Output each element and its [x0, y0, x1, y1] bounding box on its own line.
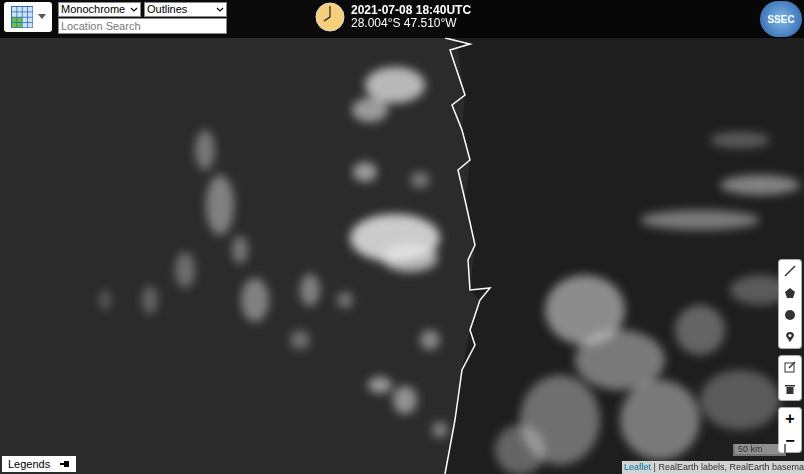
coordinates: 28.004°S 47.510°W: [351, 17, 471, 30]
time-display: 2021-07-08 18:40UTC28.004°S 47.510°W: [315, 2, 471, 32]
draw-polygon-button[interactable]: [779, 282, 801, 304]
clock-icon: [315, 2, 345, 32]
chevron-down-icon: [216, 7, 224, 13]
draw-marker-button[interactable]: [779, 326, 801, 348]
pentagon-icon: [784, 287, 796, 299]
marker-icon: [784, 331, 796, 343]
draw-circle-button[interactable]: [779, 304, 801, 326]
layers-button[interactable]: [4, 2, 52, 32]
circle-icon: [784, 309, 796, 321]
legends-button[interactable]: Legends: [2, 456, 76, 473]
caret-icon: [38, 14, 46, 20]
line-icon: [784, 265, 796, 277]
satellite-image[interactable]: [0, 0, 804, 474]
layer-control: MonochromeOutlines: [4, 2, 227, 34]
location-search[interactable]: [58, 18, 227, 34]
ssec-logo[interactable]: SSEC: [760, 1, 802, 37]
scale-bar: 50 km: [733, 444, 786, 456]
delete-button[interactable]: [779, 378, 801, 400]
map-viewer: MonochromeOutlines 2021-07-08 18:40UTC28.…: [0, 0, 804, 474]
coastline: [445, 38, 490, 474]
edit-icon: [784, 361, 796, 373]
timestamp: 2021-07-08 18:40UTC: [351, 4, 471, 17]
attribution: Leaflet | RealEarth labels, RealEarth ba…: [622, 461, 804, 474]
leaflet-link[interactable]: Leaflet: [624, 462, 651, 472]
overlay-select[interactable]: Outlines: [144, 2, 227, 17]
basemap-select[interactable]: Monochrome: [58, 2, 141, 17]
chevron-down-icon: [130, 7, 138, 13]
layers-grid-icon: [10, 5, 34, 29]
map-toolbar: +−: [778, 259, 802, 453]
pin-icon: [60, 460, 70, 468]
edit-button[interactable]: [779, 356, 801, 378]
trash-icon: [784, 383, 796, 395]
zoom-in-button[interactable]: +: [779, 408, 801, 430]
draw-line-button[interactable]: [779, 260, 801, 282]
